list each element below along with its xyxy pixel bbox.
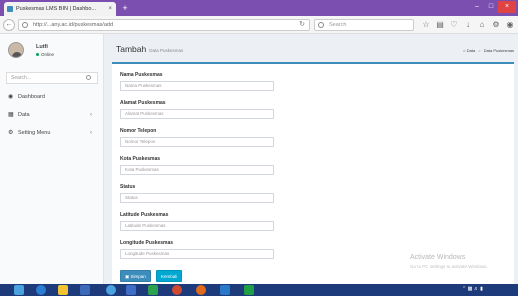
browser-search-placeholder: Search <box>329 22 347 28</box>
sidebar-search-placeholder: Search... <box>11 75 32 81</box>
breadcrumb-item-current: Data Puskesmas <box>483 48 514 53</box>
field-label-status: Status <box>120 184 136 190</box>
minimize-button[interactable]: – <box>470 1 484 13</box>
browser-search-input[interactable]: Search <box>314 19 414 31</box>
sidebar-item-data[interactable]: ▦ Data ‹ <box>0 106 104 124</box>
dashboard-icon: ◉ <box>8 94 14 100</box>
latitude-input[interactable]: Latitude Puskesmas <box>120 221 274 231</box>
longitude-input[interactable]: Longitude Puskesmas <box>120 249 274 259</box>
app-icon[interactable] <box>126 285 136 295</box>
sidebar-search-input[interactable]: Search... <box>6 72 98 84</box>
sidebar-menu: ◉ Dashboard ▦ Data ‹ ⚙ Setting Menu ‹ <box>0 88 104 142</box>
browser-navbar: ← http://...any.ac.id/puskesmas/add ↻ Se… <box>0 16 518 34</box>
firefox-icon[interactable] <box>196 285 206 295</box>
sidebar-item-setting-menu[interactable]: ⚙ Setting Menu ‹ <box>0 124 104 142</box>
address-text: http://...any.ac.id/puskesmas/add <box>33 22 113 28</box>
reload-icon[interactable]: ↻ <box>299 20 305 30</box>
form-box: Nama Puskesmas Nama Puskesmas Alamat Pus… <box>112 62 514 284</box>
field-label-longitude: Longitude Puskesmas <box>120 240 174 246</box>
maximize-button[interactable]: □ <box>484 1 498 13</box>
browser-titlebar: Puskesmas LMS BIN | Dashbo... × + – □ × <box>0 0 518 16</box>
status-input[interactable]: Status <box>120 193 274 203</box>
field-label-telepon: Nomor Telepon <box>120 128 157 134</box>
new-tab-button[interactable]: + <box>120 3 130 13</box>
close-window-button[interactable]: × <box>498 1 516 13</box>
field-label-nama: Nama Puskesmas <box>120 72 163 78</box>
window-controls: – □ × <box>470 1 516 13</box>
chevron-left-icon: ‹ <box>90 130 92 136</box>
tab-close-icon[interactable]: × <box>108 2 112 16</box>
chevron-left-icon: ‹ <box>90 112 92 118</box>
app-icon-orange[interactable] <box>172 285 182 295</box>
app-icon-blue[interactable] <box>220 285 230 295</box>
reading-list-icon[interactable]: ▤ <box>434 20 446 30</box>
sync-icon[interactable]: ◉ <box>504 20 516 30</box>
save-button-label: Simpan <box>130 274 146 279</box>
nomor-telepon-input[interactable]: Nomor Telepon <box>120 137 274 147</box>
alamat-puskesmas-input[interactable]: Alamat Puskesmas <box>120 109 274 119</box>
address-bar[interactable]: http://...any.ac.id/puskesmas/add ↻ <box>18 19 310 31</box>
user-status-label: Online <box>41 52 55 57</box>
system-tray[interactable]: ⌃ ▩ ♬ ▮ <box>462 286 483 292</box>
toolbar-icons: ☆ ▤ ♡ ↓ ⌂ ⚙ ◉ ≡ <box>420 20 518 30</box>
sidebar: Lutfi Online Search... ◉ Dashboard ▦ Dat… <box>0 34 104 284</box>
save-button[interactable]: ▣ Simpan <box>120 270 151 282</box>
content-header: Tambah Data Puskesmas ⌂ Data > Data Puske… <box>104 34 518 64</box>
field-label-kota: Kota Puskesmas <box>120 156 161 162</box>
back-button[interactable]: ← <box>3 19 15 31</box>
store-icon[interactable] <box>80 285 90 295</box>
file-explorer-icon[interactable] <box>58 285 68 295</box>
search-icon <box>318 22 324 28</box>
windows-taskbar: ⌃ ▩ ♬ ▮ <box>0 284 518 296</box>
field-label-latitude: Latitude Puskesmas <box>120 212 169 218</box>
table-icon: ▦ <box>8 112 14 118</box>
activate-windows-title: Activate Windows <box>410 254 466 261</box>
page-subtitle: Data Puskesmas <box>149 48 184 53</box>
user-name: Lutfi <box>36 44 48 50</box>
user-panel: Lutfi Online <box>0 34 103 64</box>
breadcrumb-item-data[interactable]: Data <box>467 48 475 53</box>
app-icon-play[interactable] <box>244 285 254 295</box>
user-status: Online <box>36 52 54 57</box>
browser-icon[interactable] <box>106 285 116 295</box>
back-form-button[interactable]: Kembali <box>156 270 183 282</box>
extension-icon[interactable]: ⚙ <box>490 20 502 30</box>
browser-tab[interactable]: Puskesmas LMS BIN | Dashbo... × <box>4 2 116 16</box>
kota-puskesmas-input[interactable]: Kota Puskesmas <box>120 165 274 175</box>
start-button[interactable] <box>14 285 24 295</box>
home-icon[interactable]: ⌂ <box>476 20 488 30</box>
sidebar-item-dashboard[interactable]: ◉ Dashboard <box>0 88 104 106</box>
main-content: Tambah Data Puskesmas ⌂ Data > Data Puske… <box>104 34 518 284</box>
app-icon-green[interactable] <box>148 285 158 295</box>
breadcrumb: ⌂ Data > Data Puskesmas <box>463 48 514 53</box>
save-icon: ▣ <box>125 274 130 279</box>
breadcrumb-home-icon: ⌂ <box>463 48 466 53</box>
sidebar-item-label: Dashboard <box>18 94 45 100</box>
cogs-icon: ⚙ <box>8 130 14 136</box>
nama-puskesmas-input[interactable]: Nama Puskesmas <box>120 81 274 91</box>
site-info-icon[interactable] <box>22 22 28 28</box>
field-label-alamat: Alamat Puskesmas <box>120 100 166 106</box>
search-icon[interactable] <box>86 75 91 80</box>
activate-windows-subtitle: Go to PC settings to activate Windows. <box>410 264 488 269</box>
sidebar-item-label: Data <box>18 112 30 118</box>
bookmark-star-icon[interactable]: ☆ <box>420 20 432 30</box>
sidebar-item-label: Setting Menu <box>18 130 51 136</box>
online-dot-icon <box>36 53 39 56</box>
page-title: Tambah Data Puskesmas <box>116 44 183 54</box>
page-title-text: Tambah <box>116 44 147 54</box>
ie-icon[interactable] <box>36 285 46 295</box>
avatar <box>8 42 24 58</box>
pocket-icon[interactable]: ♡ <box>448 20 460 30</box>
download-icon[interactable]: ↓ <box>462 20 474 30</box>
tab-title: Puskesmas LMS BIN | Dashbo... <box>16 6 96 12</box>
favicon-icon <box>7 6 13 12</box>
